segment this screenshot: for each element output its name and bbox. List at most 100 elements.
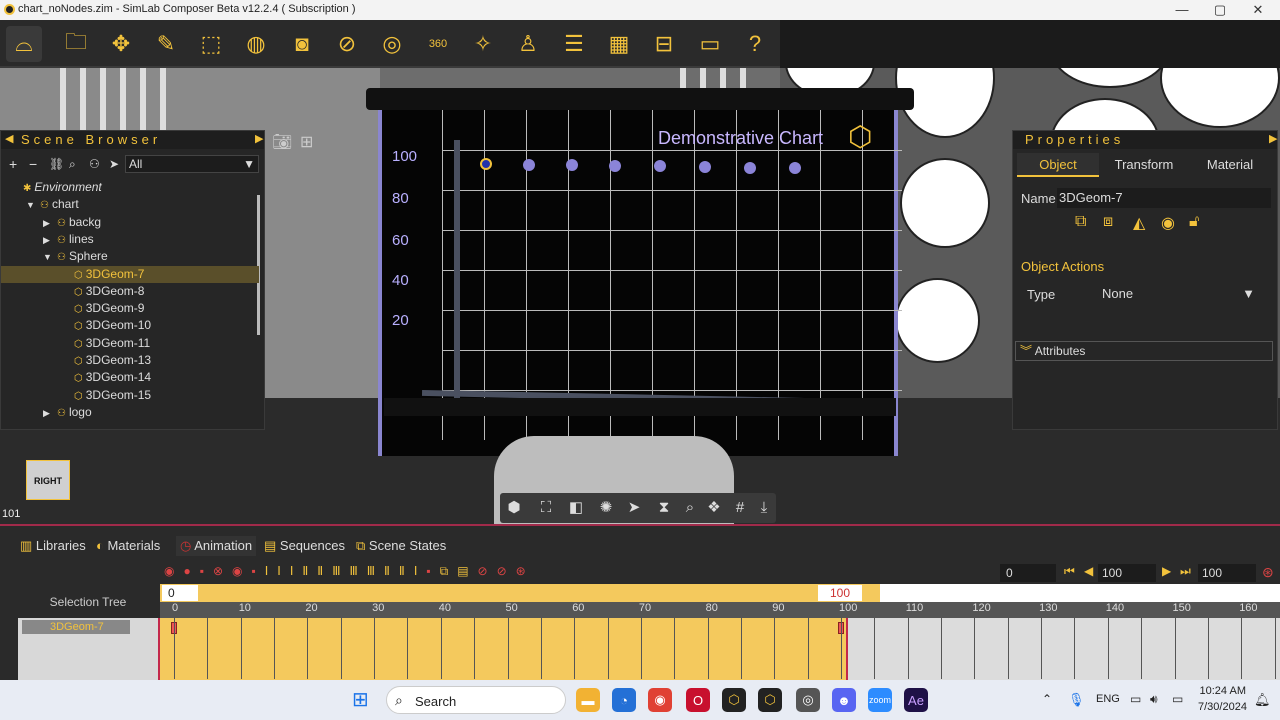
cursor-icon[interactable]: ➤ [622,496,646,520]
windows-start-icon[interactable]: ⊞ [352,690,374,710]
tab-scene-states[interactable]: ⧉ Scene States [356,536,446,556]
chart-point[interactable] [523,158,535,171]
tab-material[interactable]: Material [1189,153,1271,177]
obs-icon[interactable]: ◎ [796,688,820,712]
grid-icon[interactable]: ▦ [601,26,637,62]
keyframe-track-empty[interactable] [848,618,1280,680]
record-icon[interactable]: ⊛ [1262,564,1274,581]
current-frame-field[interactable]: 0 [1000,564,1056,582]
fit-view-icon[interactable]: ⛶ [534,496,558,520]
tab-transform[interactable]: Transform [1103,153,1185,177]
discord-icon[interactable]: ☻ [832,688,856,712]
tab-materials[interactable]: ◐ Materials [96,536,160,556]
chart-point[interactable] [789,162,801,175]
taskbar-search[interactable]: ⌕ Search [386,686,566,714]
maximize-button[interactable]: ▢ [1200,0,1240,20]
hierarchy-icon[interactable]: ⧈ [1103,213,1113,231]
notification-bell-icon[interactable]: 🔔︎ [1254,692,1271,708]
name-field[interactable]: 3DGeom-7 [1057,188,1271,208]
render-icon[interactable]: ◍ [238,26,274,62]
vr-view-icon[interactable]: ⊟ [646,26,682,62]
tree-item[interactable]: ▶ ⚇ lines [1,231,259,248]
attributes-section[interactable]: ︾ Attributes [1015,341,1273,361]
tree-item[interactable]: ▶ ⚇ backg [1,214,259,231]
expand-right-icon[interactable]: ▶ [1269,132,1277,145]
chevron-right-icon[interactable]: ▶ [43,215,57,232]
chart-point[interactable] [744,161,756,174]
range-start-field[interactable]: 0 [162,585,198,601]
presentation-icon[interactable]: ▭ [692,26,728,62]
collapse-left-icon[interactable]: ◀ [5,132,13,145]
file-explorer-icon[interactable]: ▬ [576,688,600,712]
layers-icon[interactable]: ❖ [702,496,726,520]
chart-point[interactable] [699,161,711,173]
microphone-icon[interactable]: 🎙︎ [1068,692,1085,708]
magic-wand-icon[interactable]: ✧ [465,26,501,62]
chrome-icon[interactable]: ◉ [648,688,672,712]
go-to-start-icon[interactable]: ⏮ [1064,564,1075,579]
tree-item[interactable]: ⬡ 3DGeom-7 [1,265,259,283]
section-icon[interactable]: ⧗ [652,496,676,520]
battery-icon[interactable]: ▭ [1172,692,1183,706]
clock-date[interactable]: 7/30/2024 [1198,701,1247,713]
edge-icon[interactable]: ◔ [612,688,636,712]
volume-icon[interactable]: 🔊︎ [1150,692,1158,707]
chevron-right-icon[interactable]: ▶ [43,405,57,422]
range-bar[interactable] [160,584,880,602]
tree-item[interactable]: ✱ Environment [1,179,259,196]
tab-sequences[interactable]: ▤ Sequences [264,536,345,556]
tree-item[interactable]: ⬡ 3DGeom-15 [1,387,259,404]
chevron-right-icon[interactable]: ▶ [43,232,57,249]
network-icon[interactable]: ▭ [1130,692,1141,706]
list-icon[interactable]: ☰ [556,26,592,62]
tree-item[interactable]: ⬡ 3DGeom-10 [1,317,259,334]
zoom-icon[interactable]: ⌕ [678,496,702,520]
chevron-down-icon[interactable]: ▼ [43,249,57,266]
grid-toggle-icon[interactable]: # [728,496,752,520]
group-icon[interactable]: ⚇ [89,157,100,171]
tab-animation[interactable]: ◷ Animation [176,536,257,556]
panorama-360-icon[interactable]: 360 [420,26,456,62]
chart-point[interactable] [609,159,621,172]
after-effects-icon[interactable]: Ae [904,688,928,712]
tree-item[interactable]: ⬡ 3DGeom-14 [1,369,259,386]
globe-icon[interactable]: ◎ [374,26,410,62]
tree-item[interactable]: ⬡ 3DGeom-8 [1,283,259,300]
chart-point[interactable] [480,158,492,170]
select-box-icon[interactable]: ⬚ [193,26,229,62]
tab-libraries[interactable]: ▥ Libraries [20,536,86,556]
zoom-icon[interactable]: zoom [868,688,892,712]
minimize-button[interactable]: — [1162,0,1202,20]
simlab-composer-icon[interactable]: ⬡ [758,688,782,712]
link-icon[interactable]: ⛓ [49,157,64,171]
edit-icon[interactable]: ✎ [148,26,184,62]
lock-icon[interactable]: 🔓︎ [1189,213,1199,231]
open-folder-icon[interactable]: 🗀 [58,26,94,62]
chevron-down-icon[interactable]: ▼ [26,197,40,214]
tree-item[interactable]: ⬡ 3DGeom-9 [1,300,259,317]
play-icon[interactable]: ▶ [1162,564,1171,578]
cursor-icon[interactable]: ➤ [109,157,119,171]
simlab-icon[interactable]: ⬡ [722,688,746,712]
box-view-icon[interactable]: ◧ [564,496,588,520]
filter-dropdown[interactable]: All ▼ [125,155,259,173]
chart-point[interactable] [654,160,666,173]
visibility-eye-icon[interactable]: ◉ [1161,213,1175,233]
tab-object[interactable]: Object [1017,153,1099,177]
language-indicator[interactable]: ENG [1096,693,1120,705]
tree-item[interactable]: ⬡ 3DGeom-11 [1,335,259,352]
chart-point[interactable] [566,159,578,172]
keyframe-track-filled[interactable] [160,618,848,680]
range-end-field[interactable]: 100 [818,585,862,601]
camera-snapshot-icon[interactable]: 📷︎ [272,132,292,152]
type-dropdown[interactable]: None ▼ [1099,284,1259,304]
start-frame-field[interactable]: 100 [1098,564,1156,582]
search-icon[interactable]: ⌕ [69,157,76,172]
help-icon[interactable]: ? [737,26,773,62]
add-view-icon[interactable]: ⊞ [300,132,313,152]
go-to-end-icon[interactable]: ⏭ [1180,564,1191,579]
move-icon[interactable]: ✥ [103,26,139,62]
track-name[interactable]: 3DGeom-7 [22,620,130,634]
vr-headset-icon[interactable]: ⌓ [6,26,42,62]
tree-item[interactable]: ▼ ⚇ chart [1,196,259,213]
